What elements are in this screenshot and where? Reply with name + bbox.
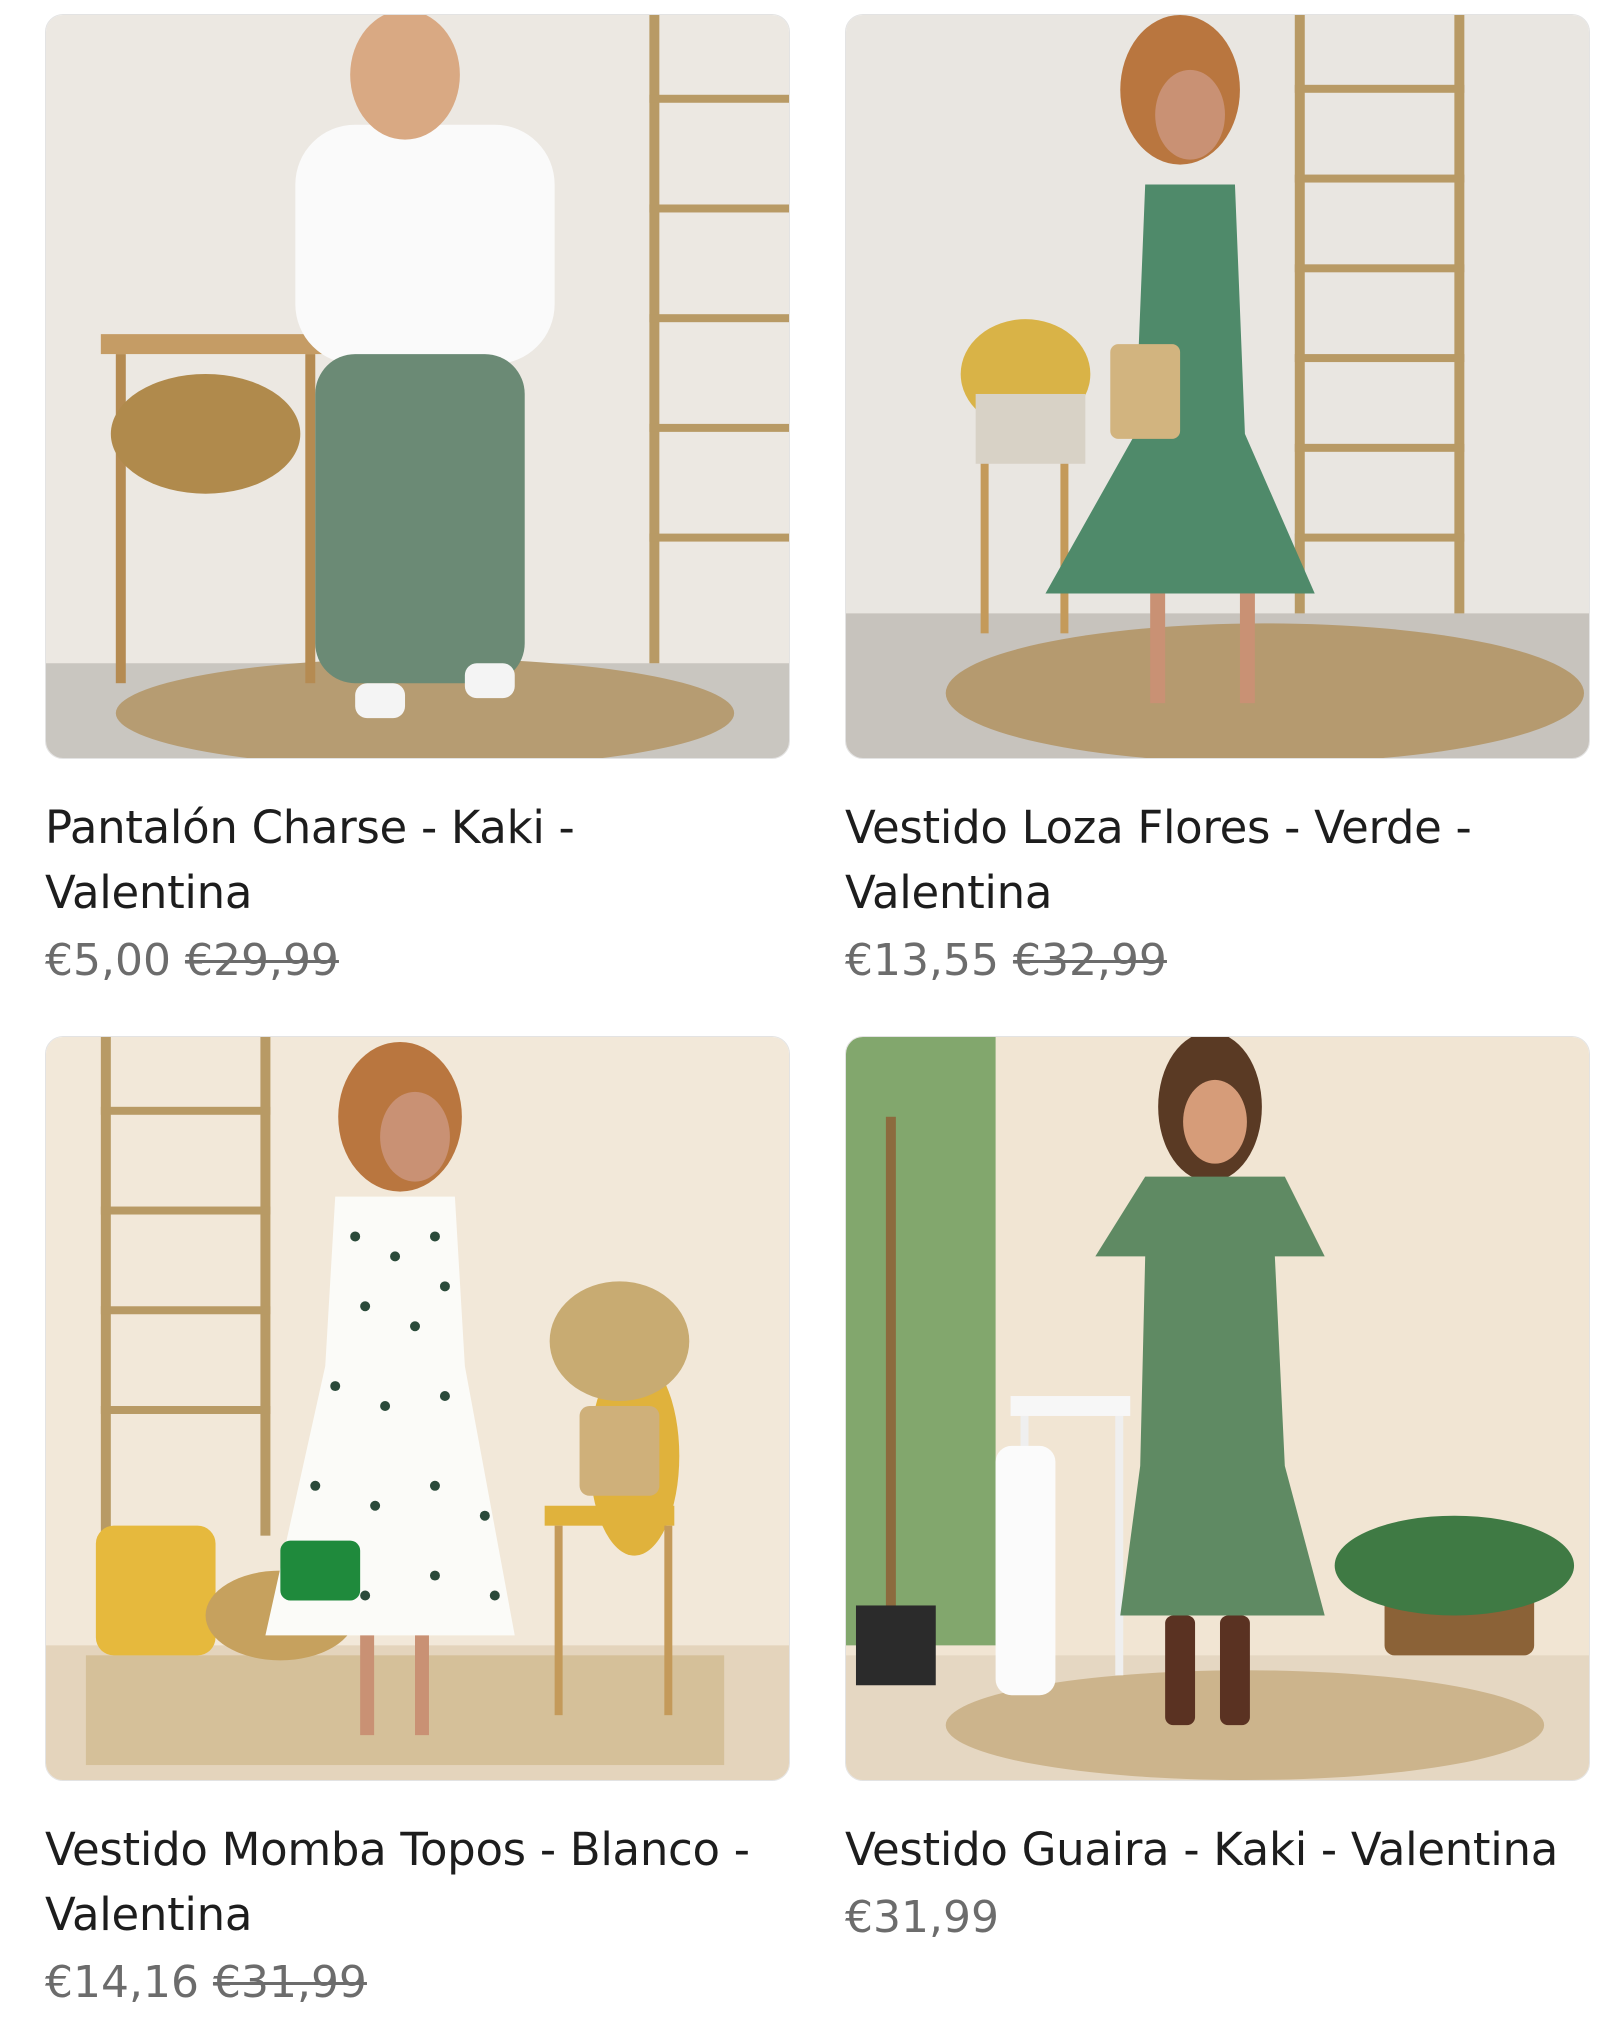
product-price: €14,16 bbox=[45, 1957, 199, 2008]
product-image[interactable] bbox=[45, 1036, 790, 1781]
product-price: €13,55 bbox=[845, 935, 999, 986]
product-old-price: €31,99 bbox=[212, 1957, 367, 2008]
product-title[interactable]: Vestido Guaira - Kaki - Valentina bbox=[845, 1817, 1590, 1882]
product-card[interactable]: Vestido Momba Topos - Blanco - Valentina… bbox=[45, 1036, 790, 2013]
product-prices: €5,00 €29,99 bbox=[45, 931, 790, 991]
product-price: €5,00 bbox=[45, 935, 171, 986]
product-card[interactable]: Pantalón Charse - Kaki - Valentina €5,00… bbox=[45, 14, 790, 991]
product-title[interactable]: Vestido Momba Topos - Blanco - Valentina bbox=[45, 1817, 790, 1947]
product-image[interactable] bbox=[845, 1036, 1590, 1781]
product-old-price: €29,99 bbox=[184, 935, 339, 986]
product-image[interactable] bbox=[45, 14, 790, 759]
product-card[interactable]: Vestido Guaira - Kaki - Valentina €31,99 bbox=[845, 1036, 1590, 1948]
product-prices: €14,16 €31,99 bbox=[45, 1953, 790, 2013]
product-price: €31,99 bbox=[845, 1892, 999, 1943]
product-photo bbox=[46, 15, 789, 758]
product-prices: €31,99 bbox=[845, 1888, 1590, 1948]
product-image[interactable] bbox=[845, 14, 1590, 759]
product-title[interactable]: Vestido Loza Flores - Verde - Valentina bbox=[845, 795, 1590, 925]
product-old-price: €32,99 bbox=[1012, 935, 1167, 986]
product-card[interactable]: Vestido Loza Flores - Verde - Valentina … bbox=[845, 14, 1590, 991]
product-title[interactable]: Pantalón Charse - Kaki - Valentina bbox=[45, 795, 790, 925]
product-prices: €13,55 €32,99 bbox=[845, 931, 1590, 991]
product-photo bbox=[846, 1037, 1589, 1780]
product-photo bbox=[846, 15, 1589, 758]
product-photo bbox=[46, 1037, 789, 1780]
product-grid: Pantalón Charse - Kaki - Valentina €5,00… bbox=[0, 0, 1607, 2039]
